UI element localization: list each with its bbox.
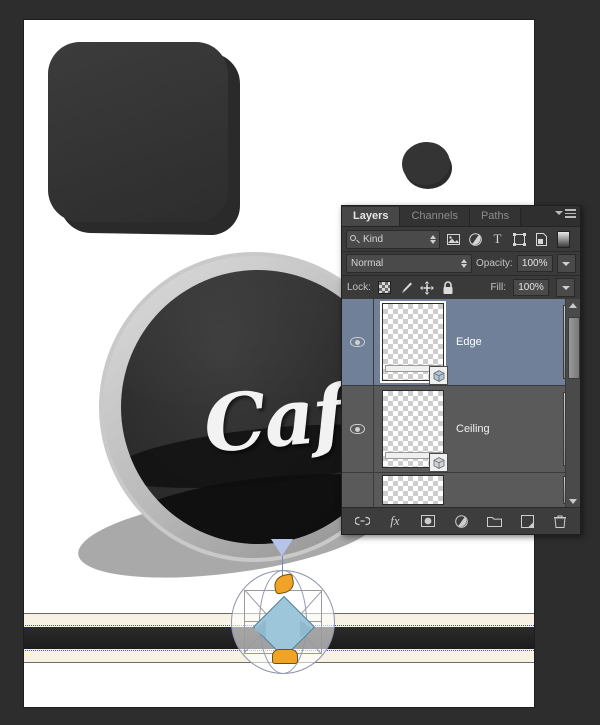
fill-label: Fill: xyxy=(490,282,506,293)
filter-kind-label: Kind xyxy=(363,233,384,245)
delete-layer-button[interactable] xyxy=(552,513,568,529)
blend-mode-value: Normal xyxy=(351,258,384,269)
opacity-label: Opacity: xyxy=(476,258,513,269)
fill-value[interactable]: 100% xyxy=(513,279,549,296)
scroll-down-button[interactable] xyxy=(566,495,580,507)
layer-row-ceiling[interactable]: Ceiling xyxy=(342,386,580,473)
filter-pixel-icon[interactable] xyxy=(445,231,462,248)
layers-panel-footer: fx xyxy=(342,507,580,534)
new-adjustment-layer-button[interactable] xyxy=(453,513,469,529)
photoshop-app-window: Cafe Layers Channels Paths Kind T Normal… xyxy=(0,0,600,725)
tab-channels[interactable]: Channels xyxy=(400,207,470,226)
layer-thumbnail-wrap xyxy=(374,390,452,472)
layer-row-edge[interactable]: Edge xyxy=(342,299,580,386)
layer-thumbnail-wrap xyxy=(374,301,452,385)
tab-paths[interactable]: Paths xyxy=(469,207,522,226)
scrollbar-thumb[interactable] xyxy=(568,317,580,379)
chevron-down-icon xyxy=(555,211,563,216)
lock-all-icon[interactable] xyxy=(441,280,455,295)
layer-visibility-toggle[interactable] xyxy=(342,299,374,385)
filter-toggle-button[interactable] xyxy=(557,230,570,248)
filter-shape-icon[interactable] xyxy=(511,231,528,248)
layer-thumbnail[interactable] xyxy=(380,301,448,385)
search-icon xyxy=(350,234,359,244)
layer-filter-bar: Kind T xyxy=(342,227,580,252)
panel-menu-button[interactable] xyxy=(555,209,576,218)
layer-list-scrollbar[interactable] xyxy=(565,299,580,507)
link-layers-button[interactable] xyxy=(354,513,370,529)
opacity-dropdown-button[interactable] xyxy=(556,254,576,273)
chevron-down-icon xyxy=(569,498,577,504)
3d-layer-badge-icon xyxy=(429,366,448,385)
blend-mode-select[interactable]: Normal xyxy=(346,254,472,273)
add-layer-mask-button[interactable] xyxy=(420,513,436,529)
new-group-button[interactable] xyxy=(486,513,502,529)
blend-mode-bar: Normal Opacity: 100% xyxy=(342,252,580,276)
opacity-value[interactable]: 100% xyxy=(516,255,553,272)
tab-layers[interactable]: Layers xyxy=(342,207,401,226)
blend-mode-spinner-icon xyxy=(461,259,467,268)
hamburger-icon xyxy=(565,209,576,218)
layer-list[interactable]: Edge Ceiling xyxy=(342,299,580,507)
layer-thumbnail-wrap xyxy=(374,475,452,505)
layer-row-partial[interactable] xyxy=(342,473,580,507)
fill-dropdown-button[interactable] xyxy=(556,278,575,297)
rounded-cube-face xyxy=(48,42,228,222)
layer-thumbnail[interactable] xyxy=(382,475,444,505)
new-layer-button[interactable] xyxy=(519,513,535,529)
lock-transparency-icon[interactable] xyxy=(378,281,392,295)
filter-smart-object-icon[interactable] xyxy=(533,231,550,248)
chevron-up-icon xyxy=(569,302,577,308)
selection-marching-ants xyxy=(24,625,534,651)
layer-style-fx-button[interactable]: fx xyxy=(387,513,403,529)
lock-bar: Lock: Fill: 100% xyxy=(342,276,580,300)
filter-adjustment-icon[interactable] xyxy=(467,231,484,248)
lock-image-pixels-icon[interactable] xyxy=(399,281,413,295)
layer-name[interactable]: Ceiling xyxy=(452,423,563,435)
3d-layer-badge-icon xyxy=(429,453,448,472)
filter-type-icon[interactable]: T xyxy=(489,231,506,248)
layer-name[interactable]: Edge xyxy=(452,336,563,348)
eye-icon xyxy=(350,337,365,347)
layer-visibility-toggle[interactable] xyxy=(342,473,374,507)
filter-kind-select[interactable]: Kind xyxy=(346,229,440,249)
lock-label: Lock: xyxy=(347,282,371,293)
filter-kind-spinner-icon xyxy=(430,234,436,244)
panel-tab-bar: Layers Channels Paths xyxy=(342,206,580,227)
widget-rotate-handle-icon[interactable] xyxy=(272,573,296,595)
chevron-down-icon xyxy=(561,285,570,290)
chevron-down-icon xyxy=(562,261,571,266)
lock-position-icon[interactable] xyxy=(419,280,434,295)
layer-visibility-toggle[interactable] xyxy=(342,386,374,472)
layers-panel: Layers Channels Paths Kind T Normal Opac… xyxy=(341,205,581,535)
eye-icon xyxy=(350,424,365,434)
scroll-up-button[interactable] xyxy=(566,299,580,311)
layer-thumbnail[interactable] xyxy=(382,390,448,472)
